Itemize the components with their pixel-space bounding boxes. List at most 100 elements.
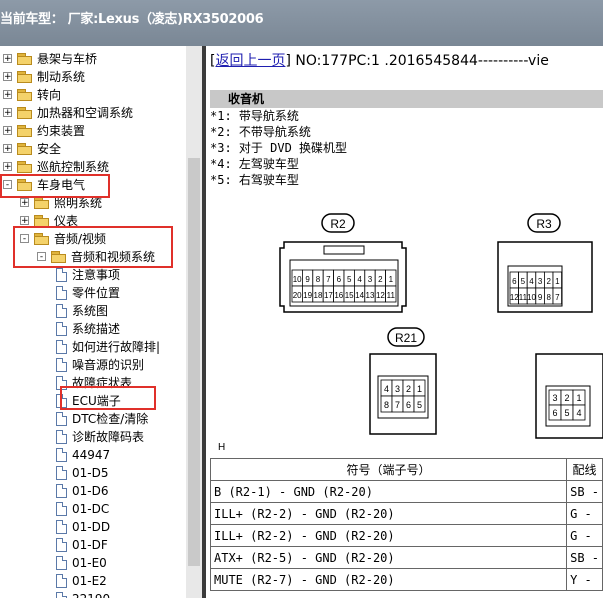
pin-number: 16 (334, 291, 343, 300)
tree-item[interactable]: 系统图 (0, 302, 186, 320)
tree-item[interactable]: DTC检查/清除 (0, 410, 186, 428)
document-icon (56, 520, 67, 534)
highlight-box (0, 174, 110, 198)
connector-r2: R2 10 9 8 7 6 5 4 3 2 1 20 19 18 17 16 15 14 13 12 11 (279, 213, 407, 313)
tree-item-label: 安全 (37, 142, 62, 156)
terminal-table: 符号（端子号） 配线 B (R2-1) - GND (R2-20) SB - I… (209, 458, 603, 591)
expand-toggle-icon[interactable]: + (3, 90, 12, 100)
document-icon (56, 304, 67, 318)
tree-item[interactable]: 如何进行故障排| (0, 338, 186, 356)
tree-item[interactable]: + 制动系统 (0, 68, 186, 86)
folder-icon (17, 125, 33, 137)
expand-toggle-icon[interactable]: + (3, 162, 12, 172)
expand-toggle-icon[interactable]: + (20, 216, 29, 226)
tree-item[interactable]: 01-DC (0, 500, 186, 518)
pin-number: 10 (293, 275, 302, 284)
tree-item[interactable]: + 安全 (0, 140, 186, 158)
navigation-tree[interactable]: + 悬架与车桥 + 制动系统 + 转向 + 加热器和空调系统 + 约束装置 + 安全 + 巡航控制系统 - 车… (0, 46, 186, 598)
tree-item[interactable]: 22190 (0, 590, 186, 598)
tree-item[interactable]: 01-DD (0, 518, 186, 536)
pin-number: 5 (564, 408, 569, 418)
content-pane: [返回上一页] NO:177PC:1 .2016545844----------… (206, 46, 603, 598)
document-icon (56, 592, 67, 598)
tree-item[interactable]: 01-E0 (0, 554, 186, 572)
tree-item[interactable]: + 悬架与车桥 (0, 50, 186, 68)
pin-number: 1 (389, 275, 394, 284)
tree-item-label: 零件位置 (72, 286, 121, 300)
tree-item[interactable]: + 约束装置 (0, 122, 186, 140)
tree-item-label: 系统图 (72, 304, 109, 318)
pin-number: 4 (576, 408, 581, 418)
pin-number: 4 (384, 384, 389, 394)
tree-item[interactable]: 01-DF (0, 536, 186, 554)
connector-partial: 3 2 1 6 5 4 (535, 353, 603, 439)
pin-number: 5 (521, 277, 526, 286)
expand-toggle-icon[interactable]: + (3, 126, 12, 136)
tree-item-label: 悬架与车桥 (37, 52, 98, 66)
tree-item[interactable]: 诊断故障码表 (0, 428, 186, 446)
document-icon (56, 574, 67, 588)
expand-toggle-icon[interactable]: + (3, 54, 12, 64)
document-icon (56, 430, 67, 444)
pin-number: 3 (552, 393, 557, 403)
title-bar: 当前车型： 厂家:Lexus（凌志)RX3502006 (0, 0, 603, 46)
tree-item[interactable]: 零件位置 (0, 284, 186, 302)
tree-item[interactable]: 噪音源的识别 (0, 356, 186, 374)
tree-item-label: 01-E2 (72, 574, 107, 588)
document-icon (56, 340, 67, 354)
tree-item[interactable]: 01-D6 (0, 482, 186, 500)
pin-number: 17 (324, 291, 333, 300)
cell-symbol: MUTE (R2-7) - GND (R2-20) (209, 568, 568, 591)
tree-item-label: DTC检查/清除 (72, 412, 149, 426)
tree-item[interactable]: 01-E2 (0, 572, 186, 590)
tree-item-label: 01-DD (72, 520, 111, 534)
pin-number: 2 (546, 277, 551, 286)
connector-r2-label: R2 (330, 217, 346, 231)
window-title: 当前车型： 厂家:Lexus（凌志)RX3502006 (0, 12, 264, 27)
connector-r3-label: R3 (536, 217, 552, 231)
tree-item[interactable]: 系统描述 (0, 320, 186, 338)
pin-number: 2 (564, 393, 569, 403)
tree-item[interactable]: 01-D5 (0, 464, 186, 482)
pin-number: 8 (384, 400, 389, 410)
pin-number: 5 (347, 275, 352, 284)
tree-scrollbar[interactable] (186, 46, 202, 598)
cell-symbol: ILL+ (R2-2) - GND (R2-20) (209, 524, 568, 547)
tree-item[interactable]: 44947 (0, 446, 186, 464)
back-link[interactable]: 返回上一页 (215, 53, 285, 69)
document-icon (56, 448, 67, 462)
table-row: B (R2-1) - GND (R2-20) SB - (209, 480, 603, 503)
note-item: *3: 对于 DVD 换碟机型 (210, 141, 348, 155)
tree-item-label: 噪音源的识别 (72, 358, 145, 372)
notes-list: *1: 带导航系统 *2: 不带导航系统 *3: 对于 DVD 换碟机型 *4:… (210, 108, 347, 188)
expand-toggle-icon[interactable]: + (3, 72, 12, 82)
expand-toggle-icon[interactable]: + (3, 108, 12, 118)
pin-number: 20 (293, 291, 302, 300)
tree-item[interactable]: 注意事项 (0, 266, 186, 284)
pin-number: 10 (527, 293, 536, 302)
folder-icon (17, 71, 33, 83)
expand-toggle-icon[interactable]: + (20, 198, 29, 208)
pin-number: 1 (576, 393, 581, 403)
document-icon (56, 502, 67, 516)
pin-number: 2 (378, 275, 383, 284)
table-row: ILL+ (R2-2) - GND (R2-20) G - (209, 524, 603, 547)
connector-r21: R21 4 3 2 1 8 7 6 5 (369, 327, 437, 435)
cell-wiring: Y - (566, 568, 603, 591)
section-header: 收音机 (210, 90, 603, 108)
tree-item-label: 诊断故障码表 (72, 430, 145, 444)
tree-item[interactable]: + 转向 (0, 86, 186, 104)
scrollbar-thumb[interactable] (188, 158, 200, 566)
cell-symbol: B (R2-1) - GND (R2-20) (209, 480, 568, 503)
note-item: *5: 右驾驶车型 (210, 173, 299, 187)
cell-wiring: G - (566, 524, 603, 547)
tree-item-label: 01-D5 (72, 466, 109, 480)
tree-item[interactable]: + 加热器和空调系统 (0, 104, 186, 122)
pin-number: 11 (387, 291, 396, 300)
document-header: [返回上一页] NO:177PC:1 .2016545844----------… (210, 53, 549, 69)
table-header-row: 符号（端子号） 配线 (209, 458, 603, 481)
expand-toggle-icon[interactable]: + (3, 144, 12, 154)
tree-item-label: 转向 (37, 88, 62, 102)
tree-item-label: 44947 (72, 448, 111, 462)
tree-item-label: 01-DC (72, 502, 110, 516)
